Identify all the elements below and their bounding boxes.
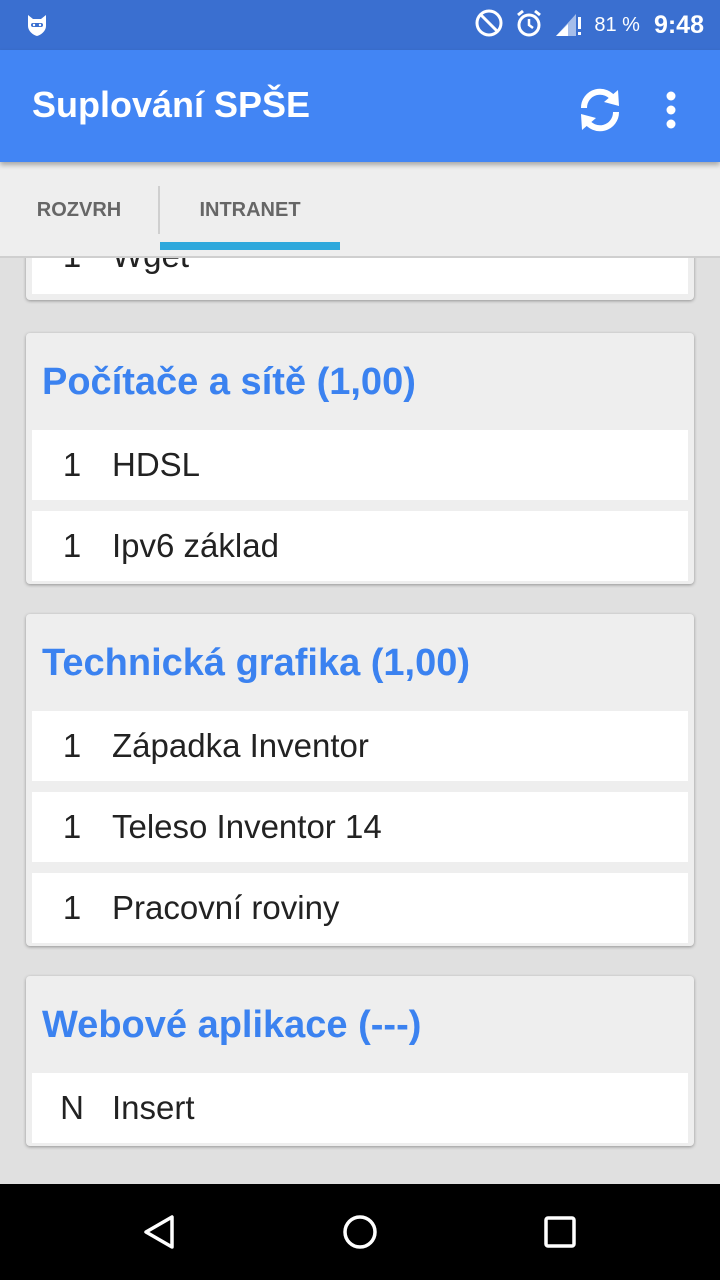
signal-icon [554,8,584,42]
item-name: Pracovní roviny [112,889,340,926]
overflow-menu-button[interactable] [648,80,694,140]
card-title: Technická grafika (1,00) [42,642,471,684]
list-item[interactable]: 1 Wget [32,258,688,294]
tab-rozvrh[interactable]: ROZVRH [0,162,158,258]
list-item[interactable]: 1 Pracovní roviny [32,873,688,943]
recents-button[interactable] [530,1202,590,1262]
alarm-icon [514,8,544,42]
tab-bar: ROZVRH INTRANET [0,162,720,258]
subject-card: 1 Wget [26,258,694,300]
back-icon [144,1215,174,1249]
item-count: 1 [32,258,112,275]
back-button[interactable] [130,1202,190,1262]
item-name: HDSL [112,446,201,483]
card-title: Webové aplikace (---) [42,1004,422,1046]
item-name: Teleso Inventor 14 [112,808,382,845]
item-name: Západka Inventor [112,727,369,764]
item-name: Ipv6 základ [112,527,279,564]
system-navigation-bar [0,1184,720,1280]
tab-selected-indicator [160,242,340,250]
list-item[interactable]: N Insert [32,1073,688,1143]
subject-card: Webové aplikace (---) N Insert [26,976,694,1146]
app-notification-icon [24,12,50,38]
item-count: 1 [62,727,82,764]
refresh-icon [580,88,620,132]
more-vert-icon [666,91,676,129]
list-item[interactable]: 1 Teleso Inventor 14 [32,792,688,862]
app-title: Suplování SPŠE [32,84,311,125]
status-bar: 81 % 9:48 [0,0,720,50]
item-name: Insert [112,1089,195,1126]
list-item[interactable]: 1 Západka Inventor [32,711,688,781]
item-count: 1 [62,446,82,483]
item-count: 1 [62,527,82,564]
home-button[interactable] [330,1202,390,1262]
subject-card: Technická grafika (1,00) 1 Západka Inven… [26,614,694,946]
item-count: 1 [62,808,82,845]
home-icon [343,1215,377,1249]
list-item[interactable]: 1 Ipv6 základ [32,511,688,581]
recents-icon [544,1216,576,1248]
refresh-button[interactable] [570,80,630,140]
app-bar: Suplování SPŠE [0,50,720,162]
status-icons: 81 % 9:48 [474,0,704,50]
battery-percentage: 81 % [594,13,640,36]
item-name: Wget [112,258,189,275]
subject-card: Počítače a sítě (1,00) 1 HDSL 1 Ipv6 zák… [26,333,694,584]
item-count: 1 [62,889,82,926]
clock: 9:48 [653,10,704,39]
content-scroll-area[interactable]: 1 Wget Počítače a sítě (1,00) 1 HDSL 1 I… [0,258,720,1184]
list-item[interactable]: 1 HDSL [32,430,688,500]
do-not-disturb-icon [474,8,504,42]
card-title: Počítače a sítě (1,00) [42,361,416,403]
item-count: N [60,1089,84,1126]
